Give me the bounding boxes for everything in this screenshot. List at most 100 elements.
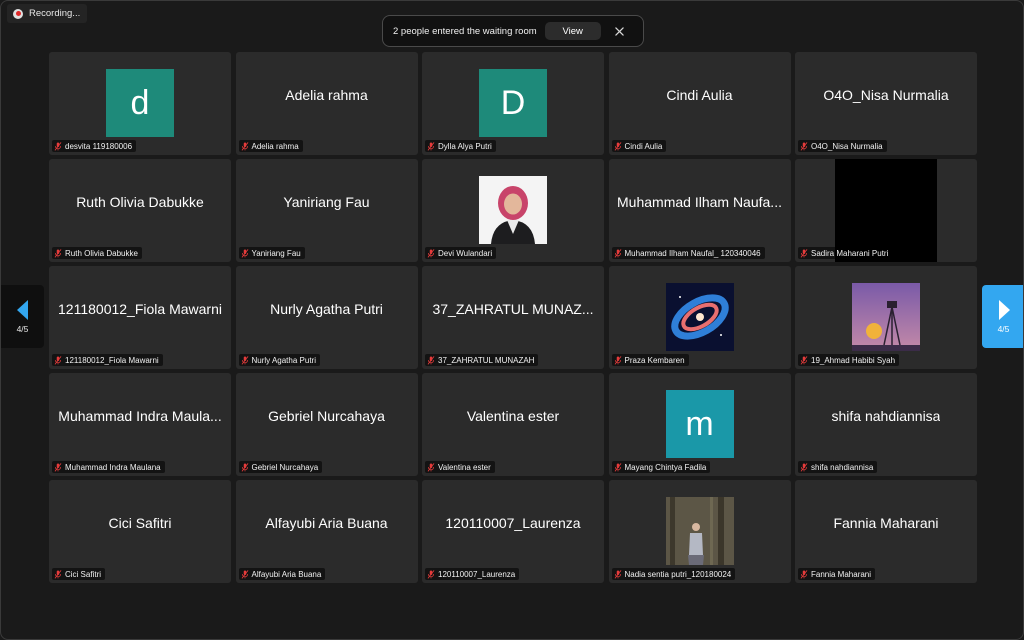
- muted-mic-icon: [800, 248, 808, 258]
- participant-display-text: Fannia Maharani: [833, 515, 939, 531]
- next-page-button[interactable]: 4/5: [982, 285, 1023, 348]
- participant-avatar: m: [665, 390, 734, 458]
- participant-display-name: 121180012_Fiola Mawarni: [49, 266, 231, 352]
- participant-name-tag: Valentina ester: [425, 461, 495, 473]
- page-indicator-left: 4/5: [16, 323, 29, 334]
- participant-display-text: shifa nahdiannisa: [831, 408, 941, 424]
- meeting-window: Recording... 2 people entered the waitin…: [0, 0, 1024, 640]
- participant-name-tag: Ruth Olivia Dabukke: [52, 247, 142, 259]
- participant-display-text: Gebriel Nurcahaya: [268, 408, 385, 424]
- participant-tile[interactable]: Fannia Maharani Fannia Maharani: [795, 480, 977, 583]
- participant-tile[interactable]: Yaniriang Fau Yaniriang Fau: [235, 159, 418, 262]
- participant-name-tag: Cici Safitri: [52, 568, 106, 580]
- participant-tile[interactable]: Adelia rahma Adelia rahma: [235, 52, 418, 155]
- muted-mic-icon: [54, 248, 62, 258]
- participant-tile[interactable]: Cindi Aulia Cindi Aulia: [608, 52, 791, 155]
- muted-mic-icon: [614, 248, 622, 258]
- participant-name: Ruth Olivia Dabukke: [65, 248, 138, 258]
- participant-name-tag: Fannia Maharani: [798, 568, 876, 580]
- participant-display-text: 120110007_Laurenza: [445, 515, 581, 531]
- recording-icon: [13, 8, 23, 19]
- participant-display-name: 37_ZAHRATUL MUNAZ...: [422, 266, 604, 352]
- participant-name: Nadia sentia putri_120180024: [624, 569, 732, 579]
- participant-galaxy-image: [665, 283, 734, 351]
- participant-name: Sadira Maharani Putri: [811, 248, 889, 258]
- muted-mic-icon: [54, 141, 62, 151]
- view-waiting-room-button[interactable]: View: [544, 22, 601, 40]
- participant-name: Valentina ester: [438, 462, 491, 472]
- participant-display-name: Muhammad Ilham Naufa...: [609, 159, 791, 245]
- participant-name: O4O_Nisa Nurmalia: [811, 141, 883, 151]
- close-icon[interactable]: [613, 24, 627, 38]
- participant-name-tag: shifa nahdiannisa: [798, 461, 878, 473]
- participant-name: Mayang Chintya Fadila: [624, 462, 707, 472]
- recording-indicator[interactable]: Recording...: [7, 4, 88, 23]
- muted-mic-icon: [427, 569, 435, 579]
- participant-display-name: O4O_Nisa Nurmalia: [795, 52, 977, 138]
- participant-tile[interactable]: Praza Kembaren: [608, 266, 791, 369]
- participant-name-tag: Muhammad Indra Maulana: [52, 461, 165, 473]
- participant-tile[interactable]: d desvita 119180006: [49, 52, 231, 155]
- participant-tile[interactable]: m Mayang Chintya Fadila: [608, 373, 791, 476]
- participant-name-tag: Alfayubi Aria Buana: [238, 568, 326, 580]
- muted-mic-icon: [427, 141, 435, 151]
- participant-name-tag: Adelia rahma: [238, 140, 303, 152]
- participant-name-tag: 19_Ahmad Habibi Syah: [798, 354, 900, 366]
- participant-name-tag: Cindi Aulia: [611, 140, 667, 152]
- participant-display-name: Fannia Maharani: [795, 480, 977, 566]
- muted-mic-icon: [54, 569, 62, 579]
- participant-name: Adelia rahma: [251, 141, 299, 151]
- participant-display-name: Yaniriang Fau: [236, 159, 418, 245]
- muted-mic-icon: [241, 569, 249, 579]
- participant-display-text: Nurly Agatha Putri: [270, 301, 383, 317]
- participant-name-tag: Praza Kembaren: [611, 354, 689, 366]
- participant-name-tag: Mayang Chintya Fadila: [611, 461, 711, 473]
- participant-tile[interactable]: Cici Safitri Cici Safitri: [49, 480, 231, 583]
- participant-tile[interactable]: 37_ZAHRATUL MUNAZ... 37_ZAHRATUL MUNAZAH: [422, 266, 604, 369]
- participant-name: Alfayubi Aria Buana: [251, 569, 322, 579]
- participant-name: Praza Kembaren: [624, 355, 685, 365]
- participant-display-text: 121180012_Fiola Mawarni: [58, 301, 222, 317]
- participant-tile[interactable]: Gebriel Nurcahaya Gebriel Nurcahaya: [235, 373, 418, 476]
- arrow-left-icon: [16, 299, 28, 320]
- participant-tile[interactable]: Devi Wulandari: [422, 159, 604, 262]
- participant-display-text: O4O_Nisa Nurmalia: [823, 87, 949, 103]
- muted-mic-icon: [800, 141, 808, 151]
- participant-tile[interactable]: 121180012_Fiola Mawarni 121180012_Fiola M…: [49, 266, 231, 369]
- participant-tile[interactable]: Alfayubi Aria Buana Alfayubi Aria Buana: [235, 480, 418, 583]
- recording-label: Recording...: [29, 8, 81, 19]
- participant-forest-photo: [665, 497, 734, 565]
- participant-name-tag: O4O_Nisa Nurmalia: [798, 140, 887, 152]
- participant-name-tag: Sadira Maharani Putri: [798, 247, 893, 259]
- participant-display-text: Adelia rahma: [285, 87, 368, 103]
- participant-name: Yaniriang Fau: [251, 248, 301, 258]
- muted-mic-icon: [614, 569, 622, 579]
- participant-tile[interactable]: Nurly Agatha Putri Nurly Agatha Putri: [235, 266, 418, 369]
- participant-display-text: Alfayubi Aria Buana: [265, 515, 388, 531]
- previous-page-button[interactable]: 4/5: [1, 285, 44, 348]
- participant-tile[interactable]: O4O_Nisa Nurmalia O4O_Nisa Nurmalia: [795, 52, 977, 155]
- page-indicator-right: 4/5: [997, 323, 1010, 334]
- participant-tile[interactable]: Valentina ester Valentina ester: [422, 373, 604, 476]
- participant-person-photo: [479, 176, 547, 244]
- participant-display-name: Gebriel Nurcahaya: [236, 373, 418, 459]
- participant-tile[interactable]: shifa nahdiannisa shifa nahdiannisa: [795, 373, 977, 476]
- participant-tile[interactable]: Muhammad Indra Maula... Muhammad Indra Ma…: [49, 373, 231, 476]
- participant-name-tag: Devi Wulandari: [425, 247, 497, 259]
- participant-tile[interactable]: Sadira Maharani Putri: [795, 159, 977, 262]
- participant-display-name: Muhammad Indra Maula...: [49, 373, 231, 459]
- participant-name: Dylla Alya Putri: [438, 141, 492, 151]
- participant-tile[interactable]: Ruth Olivia Dabukke Ruth Olivia Dabukke: [49, 159, 231, 262]
- participant-tile[interactable]: D Dylla Alya Putri: [422, 52, 604, 155]
- waiting-room-text: 2 people entered the waiting room: [393, 25, 537, 37]
- participant-tile[interactable]: Muhammad Ilham Naufa... Muhammad Ilham Na…: [608, 159, 791, 262]
- participant-name: 37_ZAHRATUL MUNAZAH: [438, 355, 535, 365]
- participant-tile[interactable]: Nadia sentia putri_120180024: [608, 480, 791, 583]
- participant-display-name: 120110007_Laurenza: [422, 480, 604, 566]
- participant-avatar: d: [106, 69, 174, 137]
- participant-name: shifa nahdiannisa: [811, 462, 874, 472]
- participant-name: desvita 119180006: [65, 141, 133, 151]
- participant-display-text: Ruth Olivia Dabukke: [76, 194, 204, 210]
- participant-tile[interactable]: 19_Ahmad Habibi Syah: [795, 266, 977, 369]
- participant-tile[interactable]: 120110007_Laurenza 120110007_Laurenza: [422, 480, 604, 583]
